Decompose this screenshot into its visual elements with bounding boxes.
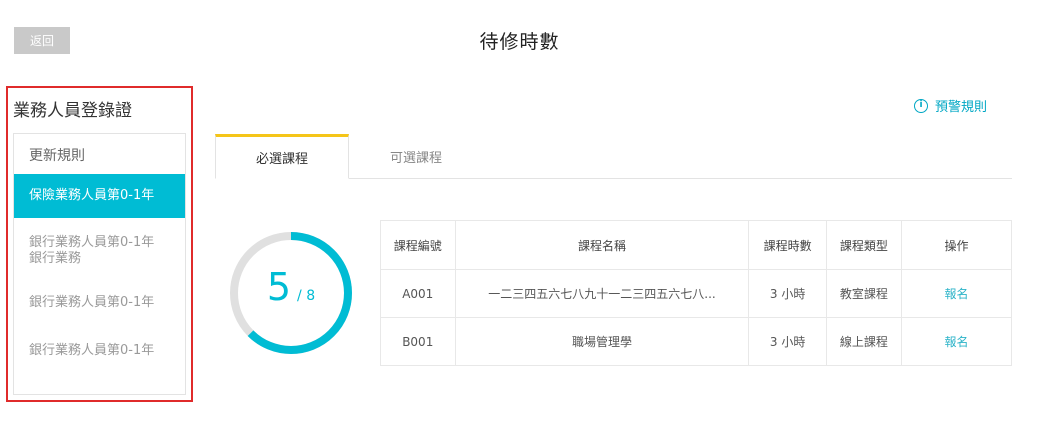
header-course-name: 課程名稱 bbox=[454, 220, 750, 270]
header-course-type: 課程類型 bbox=[825, 220, 903, 270]
cell-course-id: A001 bbox=[380, 269, 456, 318]
table-row: A001 一二三四五六七八九十一二三四五六七八... 3 小時 教室課程 報名 bbox=[380, 269, 1012, 318]
sidebar-item-bank-0-1-banking[interactable]: 銀行業務人員第0-1年 銀行業務 bbox=[14, 235, 185, 267]
info-icon: i bbox=[914, 98, 928, 113]
sidebar-list: 更新規則 保險業務人員第0-1年 銀行業務人員第0-1年 銀行業務 銀行業務人員… bbox=[13, 133, 186, 395]
table-header-row: 課程編號 課程名稱 課程時數 課程類型 操作 bbox=[380, 220, 1012, 270]
cell-course-hours: 3 小時 bbox=[748, 317, 827, 366]
cell-course-type: 線上課程 bbox=[825, 317, 903, 366]
sidebar-heading: 業務人員登錄證 bbox=[13, 101, 132, 121]
progress-readout: 5 / 8 bbox=[228, 230, 354, 356]
sidebar-item-label: 銀行業務人員第0-1年 bbox=[29, 235, 155, 250]
course-table: 課程編號 課程名稱 課程時數 課程類型 操作 A001 一二三四五六七八九十一二… bbox=[380, 220, 1012, 366]
cell-course-name: 一二三四五六七八九十一二三四五六七八... bbox=[454, 269, 750, 318]
header-operation: 操作 bbox=[901, 220, 1012, 270]
sidebar-item-sublabel: 銀行業務 bbox=[29, 251, 82, 266]
cell-course-hours: 3 小時 bbox=[748, 269, 827, 318]
sidebar-item-label: 保險業務人員第0-1年 bbox=[29, 188, 155, 203]
sidebar-item-update-rules[interactable]: 更新規則 bbox=[14, 148, 185, 168]
cell-course-type: 教室課程 bbox=[825, 269, 903, 318]
tab-elective-courses[interactable]: 可選課程 bbox=[349, 134, 483, 179]
header-course-hours: 課程時數 bbox=[748, 220, 827, 270]
progress-total: / 8 bbox=[297, 288, 316, 304]
tab-required-courses[interactable]: 必選課程 bbox=[215, 134, 349, 179]
header-course-id: 課程編號 bbox=[380, 220, 456, 270]
warning-rules-link[interactable]: i 預警規則 bbox=[914, 96, 987, 115]
cell-course-name: 職場管理學 bbox=[454, 317, 750, 366]
progress-value: 5 bbox=[266, 265, 292, 309]
cell-course-id: B001 bbox=[380, 317, 456, 366]
enroll-link[interactable]: 報名 bbox=[945, 287, 969, 301]
sidebar-item-bank-0-1[interactable]: 銀行業務人員第0-1年 bbox=[14, 295, 185, 311]
page-title: 待修時數 bbox=[479, 31, 560, 53]
table-row: B001 職場管理學 3 小時 線上課程 報名 bbox=[380, 317, 1012, 366]
cell-operation: 報名 bbox=[901, 269, 1012, 318]
warning-rules-label: 預警規則 bbox=[935, 100, 988, 115]
sidebar-item-bank-0-1-b[interactable]: 銀行業務人員第0-1年 bbox=[14, 343, 185, 359]
enroll-link[interactable]: 報名 bbox=[945, 335, 969, 349]
cell-operation: 報名 bbox=[901, 317, 1012, 366]
sidebar-item-insurance-0-1[interactable]: 保險業務人員第0-1年 bbox=[14, 174, 185, 218]
